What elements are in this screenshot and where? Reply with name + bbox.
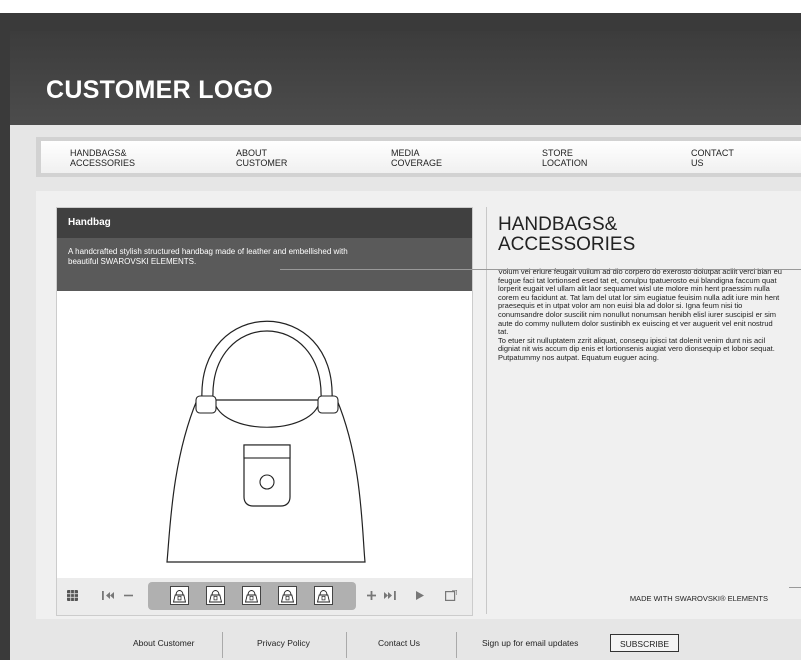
first-icon[interactable] [102, 590, 116, 604]
product-description: A handcrafted stylish structured handbag… [68, 247, 348, 266]
header: CUSTOMER LOGO [10, 31, 801, 125]
credit-connector-line [789, 587, 801, 588]
nav-item-store[interactable]: STORE LOCATION [542, 148, 662, 168]
handbag-image [166, 320, 366, 563]
footer-about-link[interactable]: About Customer [133, 638, 194, 648]
footer-contact-link[interactable]: Contact Us [378, 638, 420, 648]
swarovski-credit: MADE WITH SWAROVSKI® ELEMENTS [629, 594, 768, 603]
page: CUSTOMER LOGO HANDBAGS& ACCESSORIES ABOU… [10, 31, 801, 660]
customer-logo[interactable]: CUSTOMER LOGO [46, 76, 273, 105]
minus-icon[interactable] [124, 590, 133, 604]
footer-privacy-link[interactable]: Privacy Policy [257, 638, 310, 648]
last-icon[interactable] [382, 590, 396, 604]
category-body: Volum vel eriure feugait vullum ad dio c… [498, 267, 782, 363]
thumbnail-4[interactable] [278, 586, 297, 605]
plus-icon[interactable] [367, 590, 376, 604]
play-icon[interactable] [415, 590, 425, 604]
category-title: HANDBAGS& ACCESSORIES [498, 214, 636, 255]
body-paragraph-2: To etuer sit nulluptatem zzrit aliquat, … [498, 335, 775, 362]
thumbnail-tray [148, 582, 356, 610]
nav-item-handbags[interactable]: HANDBAGS& ACCESSORIES [70, 148, 190, 168]
nav-item-about[interactable]: ABOUT CUSTOMER [236, 148, 356, 168]
thumbnail-3[interactable] [242, 586, 261, 605]
footer: About Customer Privacy Policy Contact Us… [10, 629, 801, 660]
nav-menu: HANDBAGS& ACCESSORIES ABOUT CUSTOMER MED… [41, 141, 801, 173]
thumbnail-5[interactable] [314, 586, 333, 605]
product-description-box: A handcrafted stylish structured handbag… [57, 238, 472, 291]
description-connector-line [280, 269, 801, 270]
image-toolbar [57, 578, 472, 615]
thumbnail-2[interactable] [206, 586, 225, 605]
product-title: Handbag [57, 208, 472, 238]
nav-item-media[interactable]: MEDIA COVERAGE [391, 148, 511, 168]
footer-separator [222, 632, 223, 658]
window-frame: CUSTOMER LOGO HANDBAGS& ACCESSORIES ABOU… [0, 13, 801, 660]
thumbnail-1[interactable] [170, 586, 189, 605]
body-paragraph-1: Volum vel eriure feugait vullum ad dio c… [498, 267, 782, 337]
footer-separator [346, 632, 347, 658]
subscribe-button[interactable]: SUBSCRIBE [610, 634, 679, 652]
content-area: Handbag A handcrafted stylish structured… [36, 191, 801, 619]
footer-separator [456, 632, 457, 658]
nav-bar: HANDBAGS& ACCESSORIES ABOUT CUSTOMER MED… [36, 137, 801, 177]
fullscreen-icon[interactable] [445, 589, 458, 604]
nav-item-contact[interactable]: CONTACT US [691, 148, 801, 168]
grid-icon[interactable] [67, 590, 78, 604]
footer-signup-label: Sign up for email updates [482, 638, 579, 648]
